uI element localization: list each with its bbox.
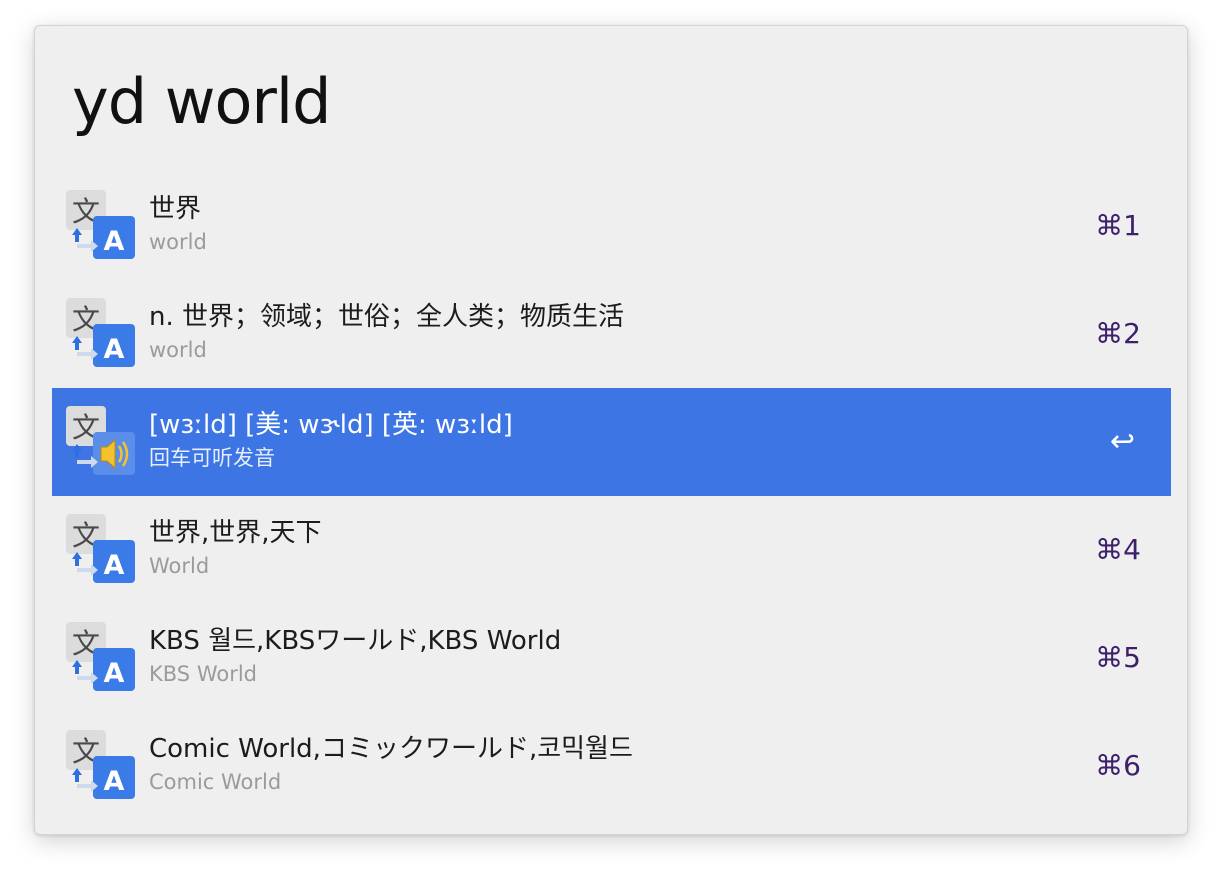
result-row[interactable]: 文 A KBS 월드,KBSワールド,KBS World KBS World ⌘… <box>52 604 1171 712</box>
translate-icon: 文 A <box>65 730 137 802</box>
translate-icon: 文 A <box>65 190 137 262</box>
result-row[interactable]: 文 A Comic World,コミックワールド,코믹월드 Comic Worl… <box>52 712 1171 820</box>
result-subtitle: World <box>149 554 210 578</box>
svg-text:A: A <box>104 226 125 257</box>
translate-icon: 文 A <box>65 622 137 694</box>
launcher-window: 文 A 世界 world ⌘1 文 A <box>34 25 1188 835</box>
result-title: [wɜːld] [美: wɝld] [英: wɜːld] <box>149 410 513 440</box>
result-title: 世界 <box>149 194 202 224</box>
result-row[interactable]: 文 A 世界,世界,天下 World ⌘4 <box>52 496 1171 604</box>
result-row-selected[interactable]: 文 [wɜːld] [美: wɝld] [英: wɜːld] 回车可听发音 ↩ <box>52 388 1171 496</box>
result-row[interactable]: 文 A n. 世界；领域；世俗；全人类；物质生活 world ⌘2 <box>52 280 1171 388</box>
result-subtitle: Comic World <box>149 770 282 794</box>
return-icon: ↩ <box>1109 424 1135 459</box>
svg-text:A: A <box>104 550 125 581</box>
translate-speaker-icon: 文 <box>65 406 137 478</box>
svg-text:A: A <box>104 334 125 365</box>
shortcut-label: ⌘5 <box>1095 641 1141 674</box>
result-title: 世界,世界,天下 <box>149 518 322 548</box>
shortcut-label: ⌘2 <box>1095 317 1141 350</box>
svg-text:A: A <box>104 658 125 689</box>
shortcut-label: ⌘1 <box>1095 209 1141 242</box>
result-title: Comic World,コミックワールド,코믹월드 <box>149 734 633 764</box>
result-row[interactable]: 文 A 世界 world ⌘1 <box>52 172 1171 280</box>
search-input[interactable] <box>72 60 1152 144</box>
result-subtitle: world <box>149 338 207 362</box>
result-subtitle: 回车可听发音 <box>149 446 275 470</box>
shortcut-label: ⌘4 <box>1095 533 1141 566</box>
results-list: 文 A 世界 world ⌘1 文 A n. 世界；领域；世俗；全人类；物质生活… <box>52 172 1171 820</box>
shortcut-label: ⌘6 <box>1095 749 1141 782</box>
translate-icon: 文 A <box>65 298 137 370</box>
result-subtitle: world <box>149 230 207 254</box>
result-subtitle: KBS World <box>149 662 257 686</box>
result-title: KBS 월드,KBSワールド,KBS World <box>149 626 562 656</box>
svg-text:A: A <box>104 766 125 797</box>
translate-icon: 文 A <box>65 514 137 586</box>
result-title: n. 世界；领域；世俗；全人类；物质生活 <box>149 302 625 332</box>
